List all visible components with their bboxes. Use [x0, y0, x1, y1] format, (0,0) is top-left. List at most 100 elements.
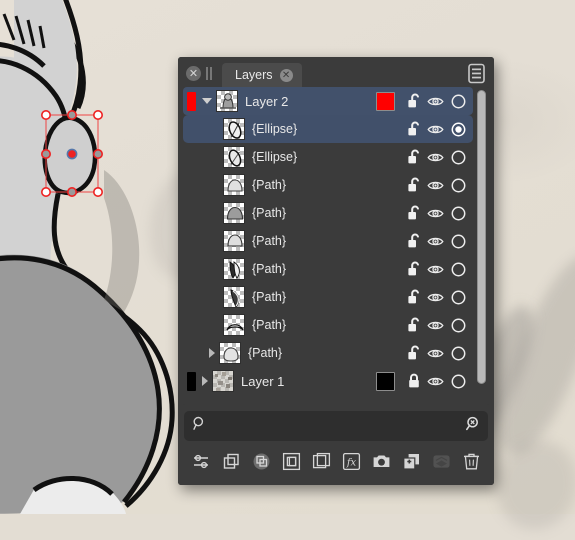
- layer-thumbnail[interactable]: [223, 258, 245, 280]
- radio-circle-icon[interactable]: [450, 346, 467, 361]
- locked-padlock-icon[interactable]: [405, 373, 422, 389]
- snapshot-icon[interactable]: [369, 449, 394, 474]
- radio-circle-selected-icon[interactable]: [450, 122, 467, 137]
- eye-icon[interactable]: [427, 319, 444, 332]
- layer-thumbnail[interactable]: [223, 286, 245, 308]
- layer-color-strip[interactable]: [187, 92, 196, 111]
- layer-row[interactable]: {Path}: [183, 283, 473, 311]
- eye-icon[interactable]: [427, 207, 444, 220]
- eye-icon[interactable]: [427, 235, 444, 248]
- unlocked-padlock-icon[interactable]: [405, 149, 422, 165]
- layer-row[interactable]: {Path}: [183, 311, 473, 339]
- radio-circle-icon[interactable]: [450, 234, 467, 249]
- layer-row[interactable]: {Path}: [183, 171, 473, 199]
- expand-triangle-icon[interactable]: [202, 376, 208, 386]
- radio-circle-icon[interactable]: [450, 262, 467, 277]
- layer-row[interactable]: {Path}: [183, 199, 473, 227]
- layer-actions-toolbar[interactable]: fx: [178, 441, 494, 479]
- layer-name-label: {Path}: [252, 206, 376, 220]
- unlocked-padlock-icon[interactable]: [405, 317, 422, 333]
- layer-name-label: Layer 2: [245, 94, 376, 109]
- layer-color-swatch[interactable]: [376, 372, 395, 391]
- radio-circle-icon[interactable]: [450, 290, 467, 305]
- unlocked-padlock-icon[interactable]: [405, 205, 422, 221]
- layers-panel[interactable]: ✕ Layers ✕ Layer 2 {Ellipse} {Ellipse} {Pat…: [178, 57, 494, 485]
- unlocked-padlock-icon[interactable]: [405, 261, 422, 277]
- unlocked-padlock-icon[interactable]: [405, 177, 422, 193]
- layer-thumbnail[interactable]: [216, 90, 238, 112]
- eye-icon[interactable]: [427, 263, 444, 276]
- radio-circle-icon[interactable]: [450, 94, 467, 109]
- eye-icon[interactable]: [427, 95, 444, 108]
- layer-thumbnail[interactable]: [223, 230, 245, 252]
- layer-row[interactable]: Layer 2: [183, 87, 473, 115]
- panel-footer: [178, 479, 494, 485]
- magnifier-icon: [192, 416, 207, 436]
- layer-search-row[interactable]: [184, 411, 488, 441]
- layer-thumbnail[interactable]: [223, 174, 245, 196]
- layer-row[interactable]: Layer 1: [183, 367, 473, 395]
- radio-circle-icon[interactable]: [450, 150, 467, 165]
- add-layer-icon[interactable]: [399, 449, 424, 474]
- mask-outer-icon[interactable]: [309, 449, 334, 474]
- expand-triangle-icon[interactable]: [209, 348, 215, 358]
- layer-color-strip[interactable]: [187, 372, 196, 391]
- unlocked-padlock-icon[interactable]: [405, 121, 422, 137]
- tab-layers[interactable]: Layers ✕: [222, 63, 302, 87]
- layer-name-label: {Path}: [252, 290, 376, 304]
- layer-color-swatch[interactable]: [376, 92, 395, 111]
- layer-row[interactable]: {Ellipse}: [183, 115, 473, 143]
- layer-thumbnail[interactable]: [223, 146, 245, 168]
- effects-fx-icon[interactable]: fx: [339, 449, 364, 474]
- close-panel-icon[interactable]: ✕: [186, 66, 201, 81]
- unlocked-padlock-icon[interactable]: [405, 345, 422, 361]
- layer-name-label: {Path}: [248, 346, 376, 360]
- tab-layers-label: Layers: [235, 68, 273, 82]
- layer-name-label: {Path}: [252, 318, 376, 332]
- layer-name-label: {Path}: [252, 234, 376, 248]
- collapse-triangle-icon[interactable]: [202, 98, 212, 104]
- delete-trash-icon[interactable]: [459, 449, 484, 474]
- layer-list-container[interactable]: Layer 2 {Ellipse} {Ellipse} {Path} {Path} {Pa…: [183, 87, 489, 405]
- close-icon[interactable]: ✕: [280, 69, 293, 82]
- hamburger-menu-icon[interactable]: [467, 63, 486, 84]
- eye-icon[interactable]: [427, 347, 444, 360]
- unlocked-padlock-icon[interactable]: [405, 233, 422, 249]
- eye-icon[interactable]: [427, 179, 444, 192]
- layer-name-label: {Path}: [252, 262, 376, 276]
- merge-shapes-icon[interactable]: [249, 449, 274, 474]
- mask-inner-icon[interactable]: [279, 449, 304, 474]
- layer-thumbnail[interactable]: [223, 118, 245, 140]
- duplicate-icon[interactable]: [219, 449, 244, 474]
- layer-list-scrollbar[interactable]: [476, 89, 487, 403]
- radio-circle-icon[interactable]: [450, 206, 467, 221]
- radio-circle-icon[interactable]: [450, 318, 467, 333]
- layer-name-label: Layer 1: [241, 374, 376, 389]
- adjustments-icon[interactable]: [189, 449, 214, 474]
- eye-icon[interactable]: [427, 123, 444, 136]
- layer-thumbnail[interactable]: [223, 314, 245, 336]
- eye-icon[interactable]: [427, 151, 444, 164]
- scrollbar-thumb[interactable]: [477, 90, 486, 384]
- search-input[interactable]: [215, 419, 457, 433]
- eye-icon[interactable]: [427, 291, 444, 304]
- layer-name-label: {Ellipse}: [252, 122, 376, 136]
- layer-row[interactable]: {Path}: [183, 227, 473, 255]
- layer-thumbnail[interactable]: [219, 342, 241, 364]
- eye-icon[interactable]: [427, 375, 444, 388]
- layer-row[interactable]: {Ellipse}: [183, 143, 473, 171]
- radio-circle-icon[interactable]: [450, 178, 467, 193]
- layer-stack-icon: [429, 449, 454, 474]
- unlocked-padlock-icon[interactable]: [405, 289, 422, 305]
- layer-name-label: {Path}: [252, 178, 376, 192]
- drag-grip-icon[interactable]: [206, 67, 214, 80]
- layer-row[interactable]: {Path}: [183, 255, 473, 283]
- magnifier-clear-icon[interactable]: [465, 416, 480, 436]
- layer-thumbnail[interactable]: [212, 370, 234, 392]
- panel-tab-bar[interactable]: ✕ Layers ✕: [178, 57, 494, 87]
- layer-row[interactable]: {Path}: [183, 339, 473, 367]
- layer-thumbnail[interactable]: [223, 202, 245, 224]
- radio-circle-icon[interactable]: [450, 374, 467, 389]
- unlocked-padlock-icon[interactable]: [405, 93, 422, 109]
- layer-name-label: {Ellipse}: [252, 150, 376, 164]
